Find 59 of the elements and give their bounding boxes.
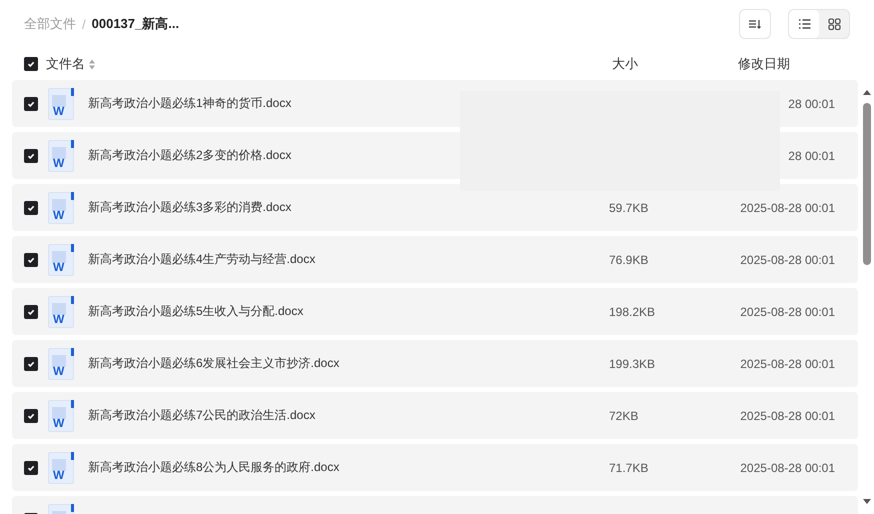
file-name[interactable]: 新高考政治小题必练6发展社会主义市抄济.docx xyxy=(88,355,340,372)
modified-date: 2025-08-28 00:01 xyxy=(739,460,835,474)
scroll-down-icon[interactable] xyxy=(862,498,872,506)
file-row[interactable]: W 新高考政治小题必练6发展社会主义市抄济.docx 199.3KB 2025-08-28 00:01 xyxy=(12,340,858,387)
file-name[interactable]: 新高考政治小题必练8公为人民服务的政府.docx xyxy=(88,459,340,476)
breadcrumb-separator: / xyxy=(82,16,86,32)
file-name[interactable]: 新高考政治小题必练1神奇的货币.docx xyxy=(88,95,292,112)
word-document-icon: W xyxy=(48,88,74,120)
checkbox[interactable] xyxy=(24,96,38,110)
word-document-icon: W xyxy=(48,400,74,432)
file-name[interactable]: 新高考政治小题必练4生产劳动与经营.docx xyxy=(88,251,316,268)
breadcrumb-link[interactable]: 000137_新高... xyxy=(92,15,180,33)
sort-icon xyxy=(748,18,762,30)
checkbox[interactable] xyxy=(24,460,38,474)
list-icon xyxy=(798,18,810,30)
file-size: 71.7KB xyxy=(609,460,650,474)
word-document-icon: W xyxy=(48,348,74,380)
file-size: 198.2KB xyxy=(609,304,656,318)
sort-button[interactable] xyxy=(739,9,771,39)
modified-date: 2025-08-28 00:01 xyxy=(739,356,835,370)
word-document-icon: W xyxy=(48,192,74,224)
checkbox[interactable] xyxy=(24,200,38,214)
check-icon xyxy=(26,59,36,69)
file-size: 72KB xyxy=(609,408,640,422)
checkbox[interactable] xyxy=(24,148,38,162)
checkbox[interactable] xyxy=(24,408,38,422)
file-name[interactable]: 新高考政治小题必练3多彩的消费.docx xyxy=(88,199,292,216)
modified-date: 2025-08-28 00:01 xyxy=(739,252,835,266)
file-row[interactable]: W 新高考政治小题必练4生产劳动与经营.docx 76.9KB 2025-08-28 00:01 xyxy=(12,236,858,283)
column-header: 大小 xyxy=(612,55,638,73)
modified-date: 28 00:01 xyxy=(787,148,835,162)
column-header[interactable]: 文件名 xyxy=(46,55,85,73)
word-document-icon: W xyxy=(48,140,74,172)
modified-date: 28 00:01 xyxy=(787,96,835,110)
modified-date: 2025-08-28 00:01 xyxy=(739,304,835,318)
modified-date: 2025-08-28 00:01 xyxy=(739,408,835,422)
column-header: 修改日期 xyxy=(738,55,790,73)
checkbox[interactable] xyxy=(24,304,38,318)
file-row[interactable]: W 新高考政治小题必练7公民的政治生活.docx 72KB 2025-08-28 00:01 xyxy=(12,392,858,439)
file-name[interactable]: 新高考政治小题必练5生收入与分配.docx xyxy=(88,303,304,320)
word-document-icon: W xyxy=(48,452,74,484)
file-size: 59.7KB xyxy=(609,200,650,214)
file-size: 199.3KB xyxy=(609,356,656,370)
file-size: 76.9KB xyxy=(609,252,650,266)
modified-date: 2025-08-28 00:01 xyxy=(739,200,835,214)
file-name[interactable]: 新高考政治小题必练2多变的价格.docx xyxy=(88,147,292,164)
list-view-button[interactable] xyxy=(789,10,819,38)
word-document-icon: W xyxy=(48,244,74,276)
grid-icon xyxy=(828,18,840,30)
file-row[interactable]: W 新高考政治小题必练8公为人民服务的政府.docx 71.7KB 2025-08-28 00:01 xyxy=(12,444,858,491)
checkbox[interactable] xyxy=(24,356,38,370)
file-row[interactable]: W 新高考政治小题必练5生收入与分配.docx 198.2KB 2025-08-28 00:01 xyxy=(12,288,858,335)
checkbox[interactable] xyxy=(24,252,38,266)
file-row[interactable]: W 新高考政治小题必练3多彩的消费.docx 59.7KB 2025-08-28 00:01 xyxy=(12,184,858,231)
file-name[interactable]: 新高考政治小题必练7公民的政治生活.docx xyxy=(88,407,316,424)
scrollbar-thumb[interactable] xyxy=(863,103,871,265)
select-all-checkbox[interactable] xyxy=(24,57,38,71)
word-document-icon: W xyxy=(48,296,74,328)
scroll-up-icon[interactable] xyxy=(862,88,872,96)
